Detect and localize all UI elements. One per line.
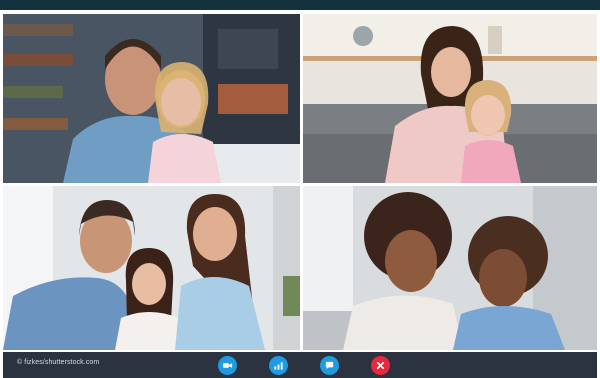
video-button[interactable] [218, 356, 237, 375]
participant-4-video [303, 186, 597, 350]
video-tile-participant-4[interactable] [303, 186, 597, 350]
participant-3-video [3, 186, 300, 350]
video-tile-participant-2[interactable] [303, 14, 597, 183]
video-camera-icon [222, 363, 233, 368]
video-call-window: © fizkes/shutterstock.com [0, 0, 600, 378]
call-control-bar: © fizkes/shutterstock.com [3, 352, 597, 378]
chat-bubble-icon [325, 361, 334, 370]
stats-button[interactable] [269, 356, 288, 375]
participant-1-video [3, 14, 300, 183]
video-tile-participant-3[interactable] [3, 186, 300, 350]
chat-button[interactable] [320, 356, 339, 375]
signal-bars-icon [274, 362, 283, 370]
video-tile-participant-1[interactable] [3, 14, 300, 183]
image-credit: © fizkes/shutterstock.com [17, 359, 100, 366]
end-call-button[interactable] [371, 356, 390, 375]
close-icon [376, 361, 385, 370]
participant-2-video [303, 14, 597, 183]
title-bar [0, 0, 600, 10]
